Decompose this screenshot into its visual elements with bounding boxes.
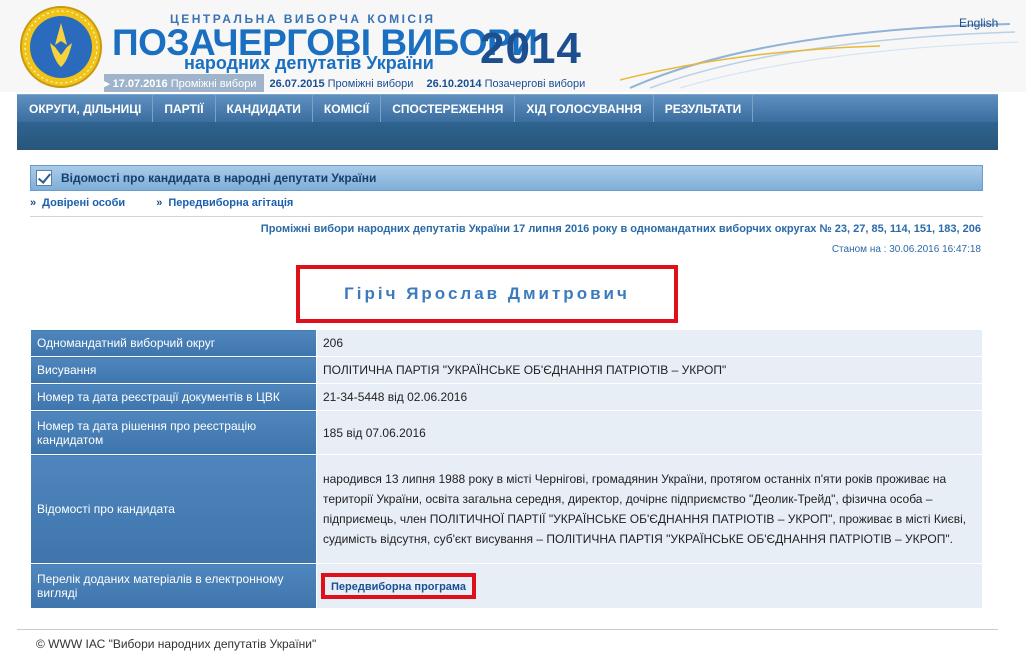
row-value: 185 від 07.06.2016 xyxy=(316,410,983,455)
main-nav: ОКРУГИ, ДІЛЬНИЦІ ПАРТІЇ КАНДИДАТИ КОМІСІ… xyxy=(17,94,998,123)
table-row: Одномандатний виборчий округ 206 xyxy=(30,329,983,357)
row-value: 21-34-5448 від 02.06.2016 xyxy=(316,383,983,411)
nav-item-voting-progress[interactable]: ХІД ГОЛОСУВАННЯ xyxy=(515,95,654,123)
table-row: Перелік доданих матеріалів в електронном… xyxy=(30,563,983,609)
election-program-link[interactable]: Передвиборна програма xyxy=(331,581,466,593)
campaign-link[interactable]: Передвиборна агітація xyxy=(168,197,293,209)
row-label: Перелік доданих матеріалів в електронном… xyxy=(30,563,317,609)
bullet-icon: » xyxy=(156,197,163,209)
program-link-box: Передвиборна програма xyxy=(321,573,477,599)
year-label: 2014 xyxy=(480,24,582,73)
election-date-1[interactable]: 17.07.2016 xyxy=(113,78,168,90)
candidate-name: Гіріч Ярослав Дмитрович xyxy=(344,284,630,303)
section-title: Відомості про кандидата в народні депута… xyxy=(61,171,377,185)
nav-item-parties[interactable]: ПАРТІЇ xyxy=(153,95,216,123)
election-type-1[interactable]: Проміжні вибори xyxy=(171,78,257,90)
play-arrow-icon: ▸ xyxy=(104,78,113,90)
nav-item-commissions[interactable]: КОМІСІЇ xyxy=(313,95,382,123)
table-row: Номер та дата реєстрації документів в ЦВ… xyxy=(30,383,983,411)
bullet-icon: » xyxy=(30,197,37,209)
election-date-3[interactable]: 26.10.2014 xyxy=(426,78,481,90)
election-type-2[interactable]: Проміжні вибори xyxy=(328,78,414,90)
candidate-name-box: Гіріч Ярослав Дмитрович xyxy=(296,265,678,323)
election-type-3[interactable]: Позачергові вибори xyxy=(485,78,586,90)
english-language-link[interactable]: English xyxy=(959,16,998,30)
table-row: Відомості про кандидата народився 13 лип… xyxy=(30,454,983,564)
row-value: народився 13 липня 1988 року в місті Чер… xyxy=(316,454,983,564)
header: ЦЕНТРАЛЬНА ВИБОРЧА КОМІСІЯ ПОЗАЧЕРГОВІ В… xyxy=(0,0,1026,92)
footer-divider xyxy=(17,629,998,630)
section-header: Відомості про кандидата в народні депута… xyxy=(30,165,983,191)
footer-copyright: © WWW ІАС "Вибори народних депутатів Укр… xyxy=(36,637,317,651)
row-value: Передвиборна програма xyxy=(316,563,983,609)
divider xyxy=(30,216,983,217)
as-of-timestamp: Станом на : 30.06.2016 16:47:18 xyxy=(831,244,981,255)
election-date-2[interactable]: 26.07.2015 xyxy=(270,78,325,90)
checkbox-icon xyxy=(36,170,52,186)
nav-item-observation[interactable]: СПОСТЕРЕЖЕННЯ xyxy=(381,95,516,123)
election-info: Проміжні вибори народних депутатів Украї… xyxy=(260,223,981,235)
candidate-links: » Довірені особи » Передвиборна агітація xyxy=(30,197,321,209)
trusted-persons-link[interactable]: Довірені особи xyxy=(42,197,125,209)
row-value: ПОЛІТИЧНА ПАРТІЯ "УКРАЇНСЬКЕ ОБ'ЄДНАННЯ … xyxy=(316,356,983,384)
table-row: Висування ПОЛІТИЧНА ПАРТІЯ "УКРАЇНСЬКЕ О… xyxy=(30,356,983,384)
elections-switcher: ▸ 17.07.2016 Проміжні вибори 26.07.2015 … xyxy=(104,77,585,90)
row-label: Відомості про кандидата xyxy=(30,454,317,564)
row-label: Висування xyxy=(30,356,317,384)
row-label: Одномандатний виборчий округ xyxy=(30,329,317,357)
swoosh-decoration-icon xyxy=(620,23,1019,89)
cvk-logo-icon xyxy=(20,6,102,88)
candidate-info-table: Одномандатний виборчий округ 206 Висуван… xyxy=(30,329,983,609)
row-label: Номер та дата рішення про реєстрацію кан… xyxy=(30,410,317,455)
nav-item-districts[interactable]: ОКРУГИ, ДІЛЬНИЦІ xyxy=(17,95,154,123)
row-value: 206 xyxy=(316,329,983,357)
page-subtitle: народних депутатів України xyxy=(184,53,434,73)
sub-nav-bar xyxy=(17,122,998,150)
row-label: Номер та дата реєстрації документів в ЦВ… xyxy=(30,383,317,411)
nav-item-results[interactable]: РЕЗУЛЬТАТИ xyxy=(654,95,754,123)
table-row: Номер та дата рішення про реєстрацію кан… xyxy=(30,410,983,455)
nav-item-candidates[interactable]: КАНДИДАТИ xyxy=(216,95,313,123)
